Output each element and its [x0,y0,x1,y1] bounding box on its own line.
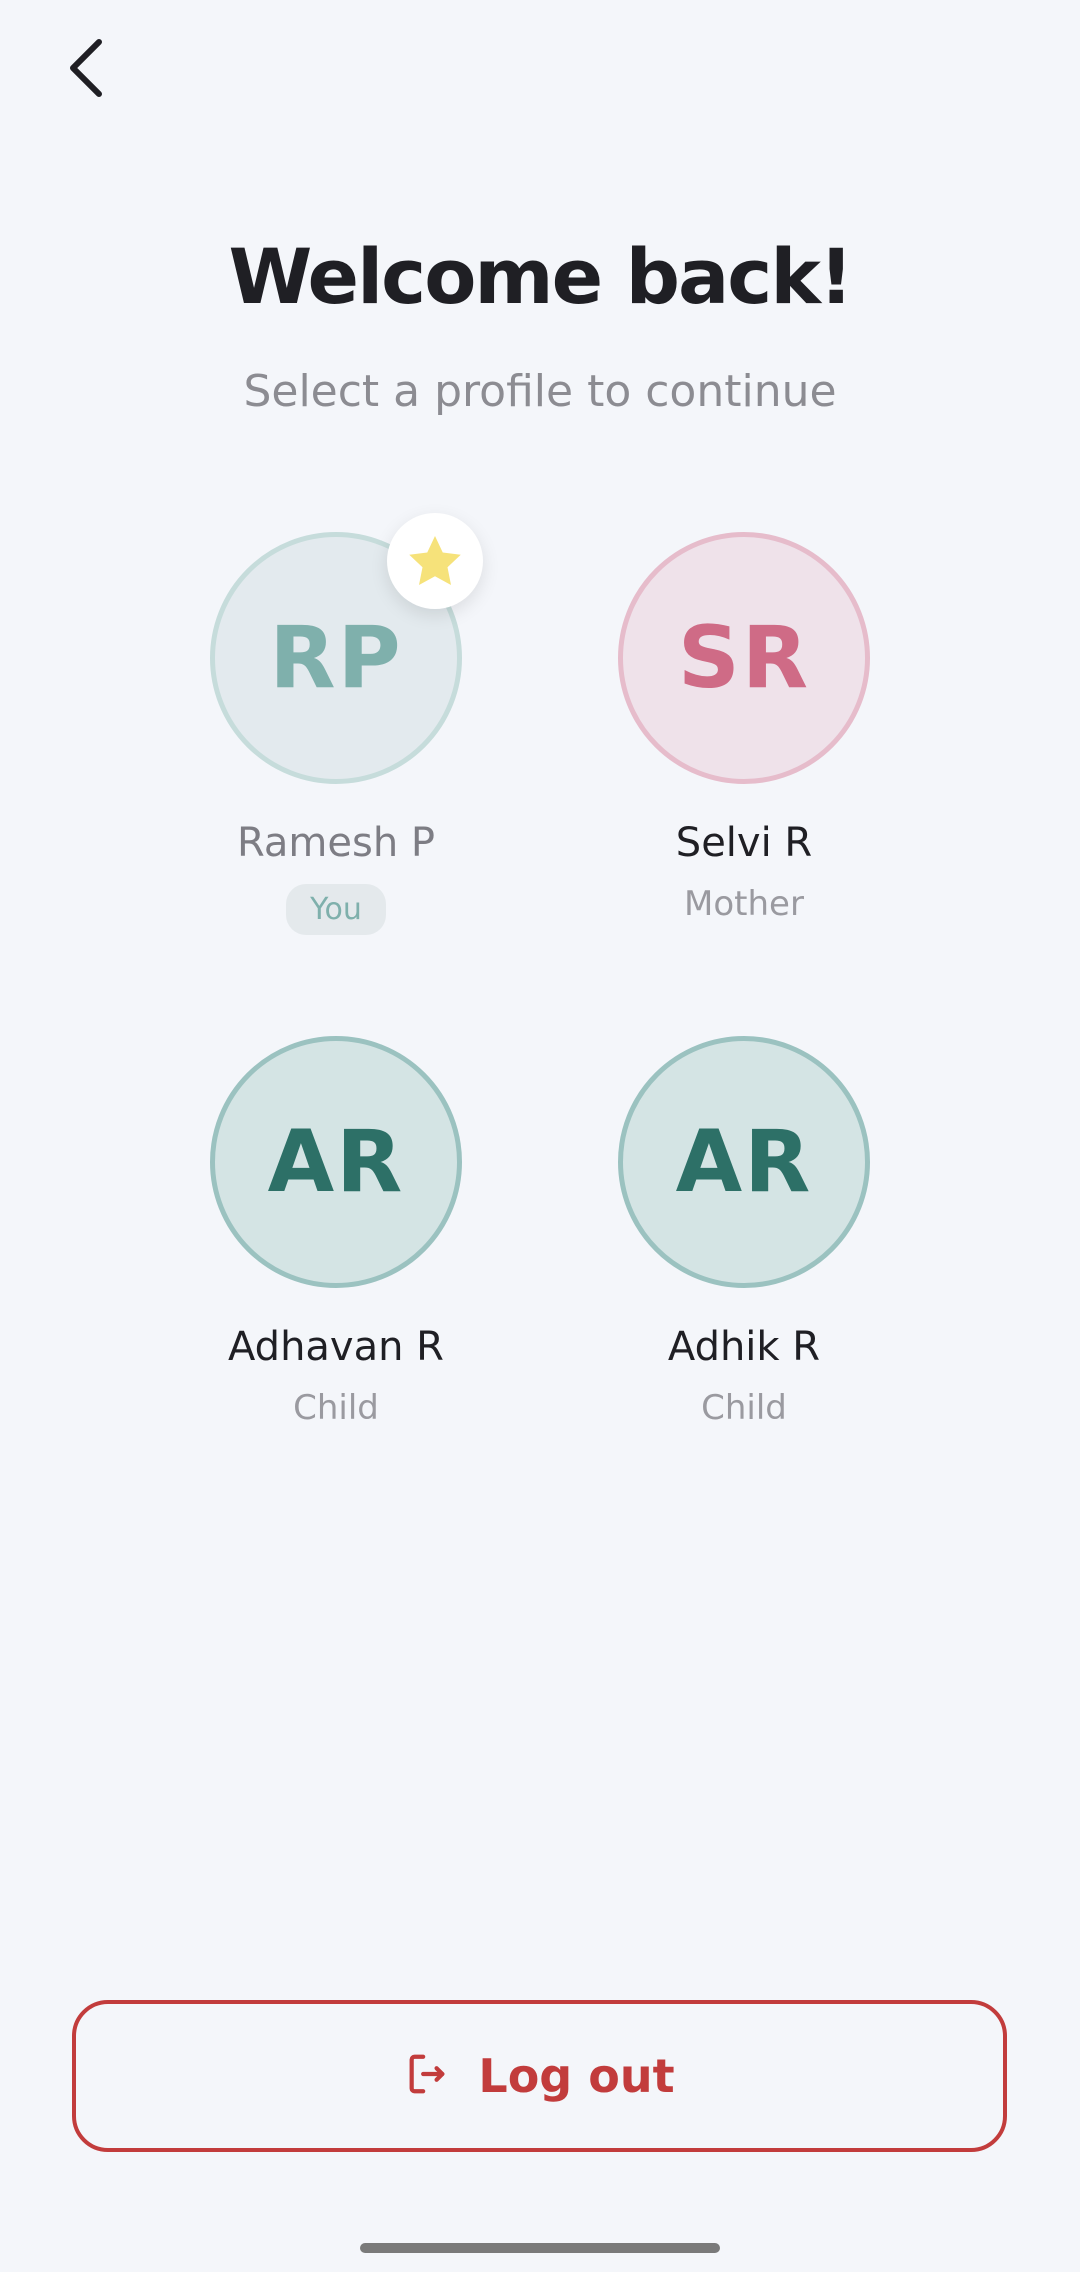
home-indicator[interactable] [360,2243,720,2253]
avatar: AR [210,1036,462,1288]
primary-profile-badge [387,513,483,609]
avatar: SR [618,532,870,784]
page-subtitle: Select a profile to continue [243,366,837,417]
profile-name: Adhik R [667,1324,821,1370]
profile-card-ramesh[interactable]: RP Ramesh P You [126,513,546,935]
chevron-left-icon [63,36,107,104]
profile-role: Child [293,1388,379,1428]
avatar-initials: AR [267,1112,405,1212]
profile-role: Mother [684,884,804,924]
you-badge: You [286,884,386,935]
avatar: AR [618,1036,870,1288]
profile-card-selvi[interactable]: SR Selvi R Mother [534,532,954,924]
logout-button[interactable]: Log out [72,2000,1007,2152]
profile-name: Ramesh P [236,820,436,866]
star-icon [405,511,465,611]
profile-role: Child [701,1388,787,1428]
profile-select-screen: Welcome back! Select a profile to contin… [0,0,1080,2272]
profile-name: Adhavan R [228,1324,444,1370]
page-title: Welcome back! [228,232,853,321]
profile-card-adhik[interactable]: AR Adhik R Child [534,1036,954,1428]
back-button[interactable] [50,30,120,110]
avatar-initials: RP [269,608,403,708]
avatar-initials: SR [677,608,811,708]
profile-name: Selvi R [675,820,813,866]
avatar: RP [210,513,483,784]
logout-label: Log out [478,2049,675,2103]
profile-card-adhavan[interactable]: AR Adhavan R Child [126,1036,546,1428]
avatar-initials: AR [675,1112,813,1212]
logout-icon [404,2051,450,2101]
